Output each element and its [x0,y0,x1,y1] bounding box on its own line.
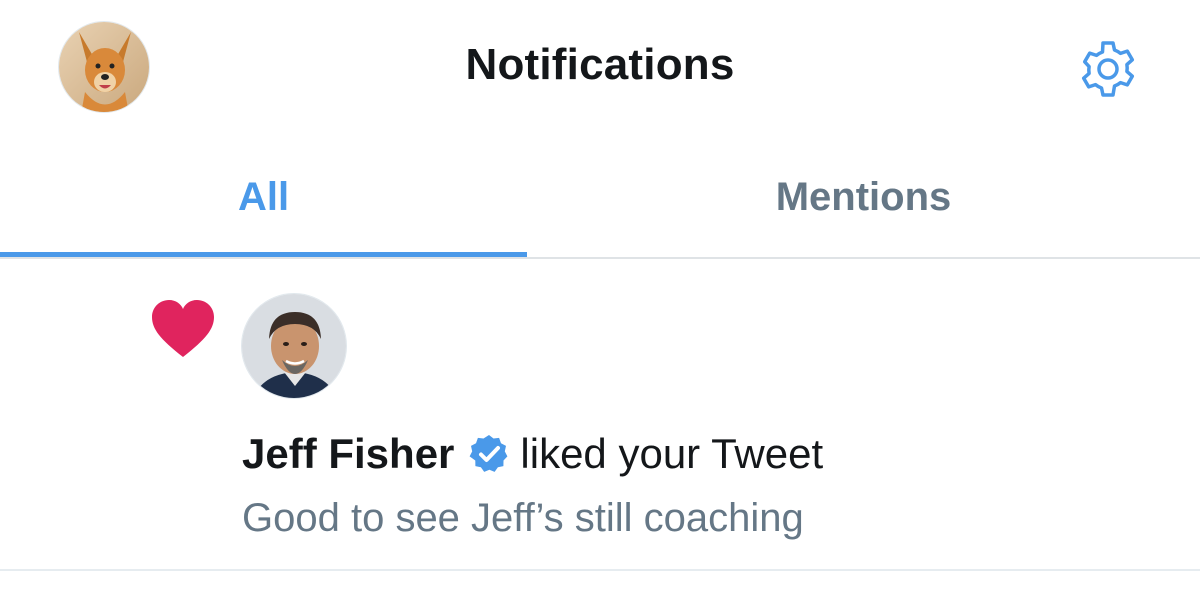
notification-item[interactable]: Jeff Fisher liked your Tweet Good to see… [0,259,1200,570]
notification-title: Jeff Fisher liked your Tweet [242,429,823,479]
person-avatar-image [242,294,346,398]
verified-badge-icon [468,433,510,475]
user-name-link[interactable]: Jeff Fisher [242,430,454,478]
gear-icon [1081,41,1135,97]
settings-button[interactable] [1076,37,1140,101]
page-title: Notifications [465,40,735,89]
heart-icon [150,299,216,359]
tab-all[interactable]: All [0,135,527,259]
tab-mentions-label: Mentions [775,174,952,219]
tab-mentions[interactable]: Mentions [527,135,1200,259]
notification-action-text: liked your Tweet [520,430,824,477]
tab-all-label: All [237,174,290,219]
notifications-screen: Notifications All Mentions Jeff Fisher l… [0,0,1200,598]
header: Notifications [0,0,1200,135]
tweet-preview-text: Good to see Jeff’s still coaching [242,496,804,540]
tab-bar: All Mentions [0,135,1200,259]
list-divider [0,569,1200,571]
jeff-fisher-avatar[interactable] [241,293,347,399]
